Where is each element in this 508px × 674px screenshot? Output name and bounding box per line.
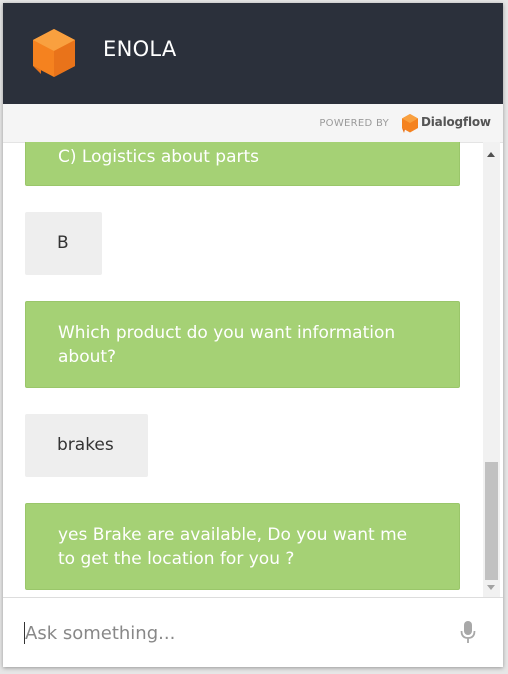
scroll-up-arrow-icon[interactable] — [487, 152, 495, 157]
bot-message: yes Brake are available, Do you want me … — [25, 503, 460, 590]
dialogflow-logo-icon — [402, 114, 418, 133]
message-list[interactable]: C) Logistics about parts B Which product… — [3, 142, 503, 597]
powered-by-label: POWERED BY — [319, 118, 389, 129]
bot-message: C) Logistics about parts — [25, 142, 460, 186]
input-bar — [3, 597, 503, 667]
agent-cube-icon — [33, 29, 75, 77]
message-scrollbar[interactable] — [483, 142, 500, 597]
chat-widget: ENOLA POWERED BY Dialogflow C) Logistics… — [3, 3, 503, 667]
message-text: brakes — [57, 435, 114, 455]
powered-by-bar: POWERED BY Dialogflow — [3, 104, 503, 143]
message-text: yes Brake are available, Do you want me … — [58, 525, 408, 569]
message-text: B — [57, 233, 69, 253]
text-cursor — [24, 622, 25, 644]
message-text: C) Logistics about parts — [58, 147, 260, 167]
message-text: Which product do you want information ab… — [58, 323, 396, 367]
chat-header: ENOLA — [3, 3, 503, 104]
user-message: brakes — [25, 414, 148, 477]
microphone-icon[interactable] — [460, 620, 476, 644]
scroll-down-arrow-icon[interactable] — [487, 585, 495, 590]
scrollbar-thumb[interactable] — [485, 462, 498, 580]
dialogflow-brand[interactable]: Dialogflow — [421, 115, 491, 129]
agent-name: ENOLA — [103, 37, 177, 61]
message-input[interactable] — [23, 618, 445, 648]
bot-message: Which product do you want information ab… — [25, 301, 460, 388]
user-message: B — [25, 212, 102, 275]
